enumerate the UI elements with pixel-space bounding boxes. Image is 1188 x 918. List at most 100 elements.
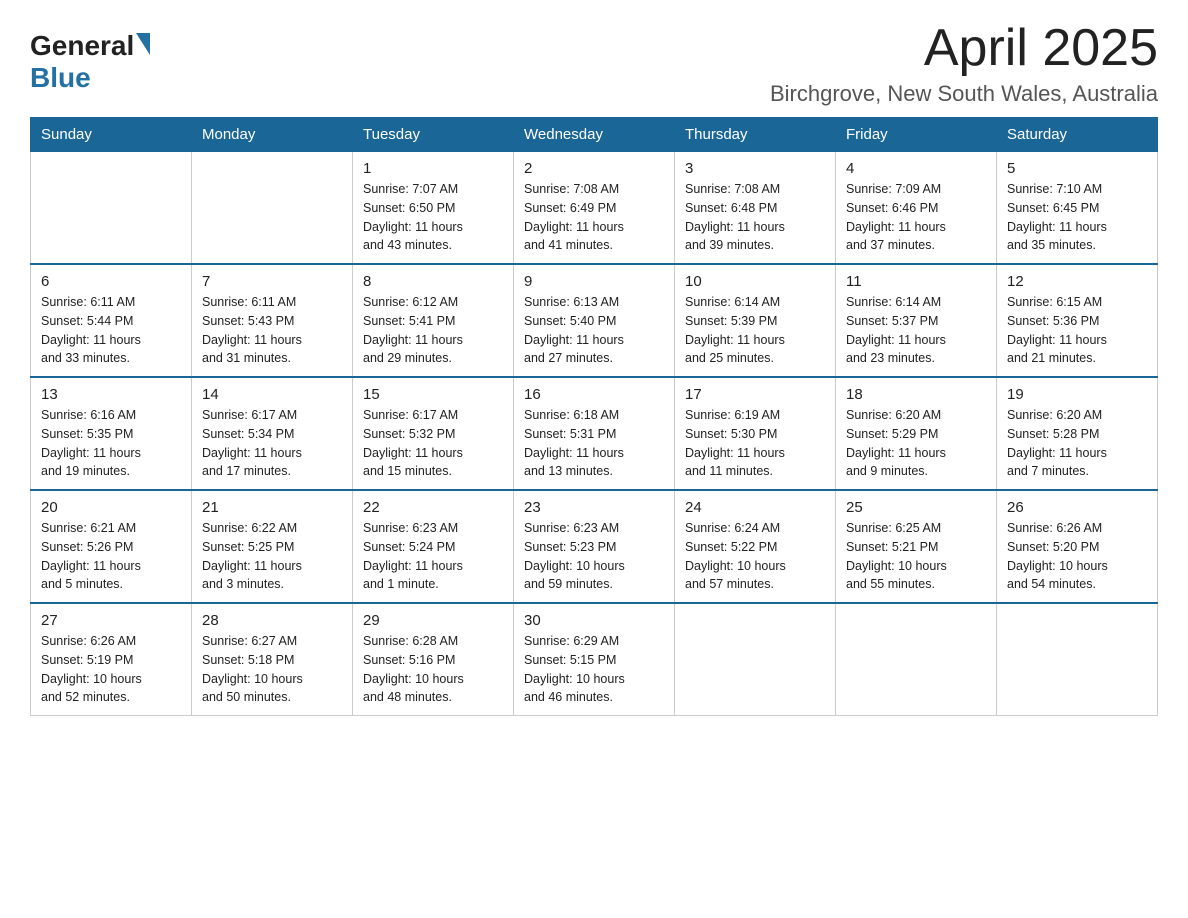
calendar-cell: 26 Sunrise: 6:26 AMSunset: 5:20 PMDayligh… (997, 490, 1158, 603)
day-info: Sunrise: 6:14 AMSunset: 5:39 PMDaylight:… (685, 293, 825, 368)
day-of-week-header-sunday: Sunday (31, 118, 192, 152)
day-number: 16 (524, 386, 664, 403)
day-info: Sunrise: 6:21 AMSunset: 5:26 PMDaylight:… (41, 519, 181, 594)
day-of-week-header-friday: Friday (836, 118, 997, 152)
calendar-week-row: 20 Sunrise: 6:21 AMSunset: 5:26 PMDayligh… (31, 490, 1158, 603)
calendar-week-row: 13Sunrise: 6:16 AMSunset: 5:35 PMDayligh… (31, 377, 1158, 490)
calendar-cell: 3 Sunrise: 7:08 AMSunset: 6:48 PMDaylight… (675, 152, 836, 265)
day-info: Sunrise: 6:29 AMSunset: 5:15 PMDaylight:… (524, 632, 664, 707)
day-info: Sunrise: 6:27 AMSunset: 5:18 PMDaylight:… (202, 632, 342, 707)
logo-blue-text: Blue (30, 62, 91, 93)
day-info: Sunrise: 6:26 AMSunset: 5:20 PMDaylight:… (1007, 519, 1147, 594)
day-number: 29 (363, 612, 503, 629)
day-number: 12 (1007, 273, 1147, 290)
day-number: 21 (202, 499, 342, 516)
day-info: Sunrise: 6:25 AMSunset: 5:21 PMDaylight:… (846, 519, 986, 594)
day-number: 8 (363, 273, 503, 290)
calendar-cell: 20 Sunrise: 6:21 AMSunset: 5:26 PMDayligh… (31, 490, 192, 603)
day-number: 23 (524, 499, 664, 516)
day-info: Sunrise: 6:22 AMSunset: 5:25 PMDaylight:… (202, 519, 342, 594)
calendar-cell (997, 603, 1158, 716)
day-number: 28 (202, 612, 342, 629)
calendar-cell (31, 152, 192, 265)
calendar-cell: 21 Sunrise: 6:22 AMSunset: 5:25 PMDayligh… (192, 490, 353, 603)
calendar-cell: 6Sunrise: 6:11 AMSunset: 5:44 PMDaylight… (31, 264, 192, 377)
day-number: 3 (685, 160, 825, 177)
day-number: 10 (685, 273, 825, 290)
calendar-cell: 22Sunrise: 6:23 AMSunset: 5:24 PMDayligh… (353, 490, 514, 603)
calendar-header-row: SundayMondayTuesdayWednesdayThursdayFrid… (31, 118, 1158, 152)
calendar-cell (192, 152, 353, 265)
day-info: Sunrise: 7:07 AMSunset: 6:50 PMDaylight:… (363, 180, 503, 255)
day-number: 19 (1007, 386, 1147, 403)
day-of-week-header-wednesday: Wednesday (514, 118, 675, 152)
day-number: 25 (846, 499, 986, 516)
day-of-week-header-tuesday: Tuesday (353, 118, 514, 152)
day-info: Sunrise: 6:17 AMSunset: 5:32 PMDaylight:… (363, 406, 503, 481)
calendar-cell: 9Sunrise: 6:13 AMSunset: 5:40 PMDaylight… (514, 264, 675, 377)
day-number: 17 (685, 386, 825, 403)
day-number: 20 (41, 499, 181, 516)
day-number: 11 (846, 273, 986, 290)
header: General Blue April 2025 Birchgrove, New … (30, 20, 1158, 107)
day-number: 18 (846, 386, 986, 403)
day-info: Sunrise: 6:26 AMSunset: 5:19 PMDaylight:… (41, 632, 181, 707)
calendar-cell: 17 Sunrise: 6:19 AMSunset: 5:30 PMDayligh… (675, 377, 836, 490)
day-number: 7 (202, 273, 342, 290)
calendar-cell: 16 Sunrise: 6:18 AMSunset: 5:31 PMDayligh… (514, 377, 675, 490)
day-info: Sunrise: 6:23 AMSunset: 5:24 PMDaylight:… (363, 519, 503, 594)
day-number: 2 (524, 160, 664, 177)
day-info: Sunrise: 6:24 AMSunset: 5:22 PMDaylight:… (685, 519, 825, 594)
day-number: 27 (41, 612, 181, 629)
day-info: Sunrise: 6:20 AMSunset: 5:28 PMDaylight:… (1007, 406, 1147, 481)
calendar-cell: 29 Sunrise: 6:28 AMSunset: 5:16 PMDayligh… (353, 603, 514, 716)
calendar-cell: 28 Sunrise: 6:27 AMSunset: 5:18 PMDayligh… (192, 603, 353, 716)
day-info: Sunrise: 6:13 AMSunset: 5:40 PMDaylight:… (524, 293, 664, 368)
calendar-cell: 1 Sunrise: 7:07 AMSunset: 6:50 PMDaylight… (353, 152, 514, 265)
calendar-cell: 4 Sunrise: 7:09 AMSunset: 6:46 PMDaylight… (836, 152, 997, 265)
day-number: 14 (202, 386, 342, 403)
calendar-cell: 13Sunrise: 6:16 AMSunset: 5:35 PMDayligh… (31, 377, 192, 490)
calendar-cell: 12 Sunrise: 6:15 AMSunset: 5:36 PMDayligh… (997, 264, 1158, 377)
calendar-cell: 27 Sunrise: 6:26 AMSunset: 5:19 PMDayligh… (31, 603, 192, 716)
month-title: April 2025 (770, 20, 1158, 77)
day-info: Sunrise: 6:15 AMSunset: 5:36 PMDaylight:… (1007, 293, 1147, 368)
day-info: Sunrise: 7:08 AMSunset: 6:48 PMDaylight:… (685, 180, 825, 255)
day-info: Sunrise: 6:23 AMSunset: 5:23 PMDaylight:… (524, 519, 664, 594)
calendar-week-row: 6Sunrise: 6:11 AMSunset: 5:44 PMDaylight… (31, 264, 1158, 377)
day-of-week-header-saturday: Saturday (997, 118, 1158, 152)
calendar-cell: 25 Sunrise: 6:25 AMSunset: 5:21 PMDayligh… (836, 490, 997, 603)
day-number: 5 (1007, 160, 1147, 177)
day-info: Sunrise: 6:28 AMSunset: 5:16 PMDaylight:… (363, 632, 503, 707)
day-info: Sunrise: 6:18 AMSunset: 5:31 PMDaylight:… (524, 406, 664, 481)
calendar-cell: 23 Sunrise: 6:23 AMSunset: 5:23 PMDayligh… (514, 490, 675, 603)
day-info: Sunrise: 6:17 AMSunset: 5:34 PMDaylight:… (202, 406, 342, 481)
location-title: Birchgrove, New South Wales, Australia (770, 81, 1158, 107)
logo: General Blue (30, 30, 150, 94)
calendar-week-row: 27 Sunrise: 6:26 AMSunset: 5:19 PMDayligh… (31, 603, 1158, 716)
calendar-cell: 8 Sunrise: 6:12 AMSunset: 5:41 PMDaylight… (353, 264, 514, 377)
day-info: Sunrise: 6:16 AMSunset: 5:35 PMDaylight:… (41, 406, 181, 481)
calendar-week-row: 1 Sunrise: 7:07 AMSunset: 6:50 PMDaylight… (31, 152, 1158, 265)
calendar-cell: 11 Sunrise: 6:14 AMSunset: 5:37 PMDayligh… (836, 264, 997, 377)
day-number: 26 (1007, 499, 1147, 516)
calendar-cell: 18Sunrise: 6:20 AMSunset: 5:29 PMDayligh… (836, 377, 997, 490)
day-info: Sunrise: 6:19 AMSunset: 5:30 PMDaylight:… (685, 406, 825, 481)
calendar-table: SundayMondayTuesdayWednesdayThursdayFrid… (30, 117, 1158, 716)
title-area: April 2025 Birchgrove, New South Wales, … (770, 20, 1158, 107)
calendar-cell: 19 Sunrise: 6:20 AMSunset: 5:28 PMDayligh… (997, 377, 1158, 490)
calendar-cell: 7 Sunrise: 6:11 AMSunset: 5:43 PMDaylight… (192, 264, 353, 377)
day-info: Sunrise: 6:14 AMSunset: 5:37 PMDaylight:… (846, 293, 986, 368)
day-of-week-header-monday: Monday (192, 118, 353, 152)
calendar-cell (836, 603, 997, 716)
calendar-cell: 15Sunrise: 6:17 AMSunset: 5:32 PMDayligh… (353, 377, 514, 490)
day-number: 4 (846, 160, 986, 177)
logo-general-text: General (30, 30, 134, 62)
day-info: Sunrise: 6:12 AMSunset: 5:41 PMDaylight:… (363, 293, 503, 368)
day-number: 1 (363, 160, 503, 177)
day-info: Sunrise: 7:10 AMSunset: 6:45 PMDaylight:… (1007, 180, 1147, 255)
day-info: Sunrise: 7:09 AMSunset: 6:46 PMDaylight:… (846, 180, 986, 255)
day-info: Sunrise: 6:11 AMSunset: 5:43 PMDaylight:… (202, 293, 342, 368)
day-of-week-header-thursday: Thursday (675, 118, 836, 152)
calendar-cell: 30Sunrise: 6:29 AMSunset: 5:15 PMDayligh… (514, 603, 675, 716)
